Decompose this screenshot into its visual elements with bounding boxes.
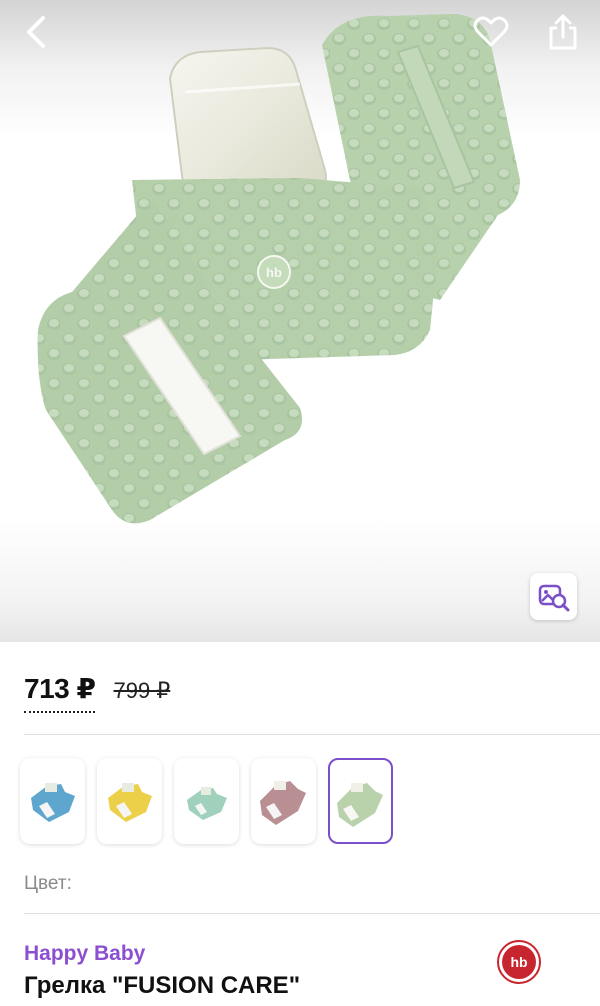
price-row: 713 ₽ 799 ₽ <box>24 672 170 713</box>
product-title: Грелка "FUSION CARE" <box>24 972 301 999</box>
color-option-mint[interactable] <box>174 758 239 844</box>
brand-name[interactable]: Happy Baby <box>24 942 145 966</box>
product-thumbnail <box>107 783 152 822</box>
color-option-pink[interactable] <box>251 758 316 844</box>
chevron-left-icon <box>27 16 45 48</box>
product-thumbnail <box>30 783 75 822</box>
svg-text:hb: hb <box>266 265 282 280</box>
visual-search-button[interactable] <box>530 573 577 620</box>
share-icon <box>549 14 577 50</box>
product-thumbnail <box>186 787 227 820</box>
favorite-button[interactable] <box>469 10 513 54</box>
color-option-sage[interactable] <box>328 758 393 844</box>
brand-logo-mark: hb <box>502 945 536 979</box>
color-option-blue[interactable] <box>20 758 85 844</box>
share-button[interactable] <box>541 10 585 54</box>
product-photo: hb <box>37 14 520 524</box>
old-price: 799 ₽ <box>113 678 171 703</box>
product-thumbnail <box>336 783 383 827</box>
color-label: Цвет: <box>24 873 72 894</box>
color-option-yellow[interactable] <box>97 758 162 844</box>
brand-logo[interactable]: hb <box>497 940 541 984</box>
gel-pack <box>168 46 327 200</box>
heart-icon <box>473 16 509 47</box>
product-image-area[interactable]: hb <box>0 0 600 642</box>
current-price[interactable]: 713 ₽ <box>24 672 96 713</box>
divider <box>24 734 600 735</box>
back-button[interactable] <box>14 10 58 54</box>
image-search-icon <box>538 584 569 611</box>
divider <box>24 913 600 914</box>
color-options <box>20 758 393 844</box>
product-thumbnail <box>259 781 306 825</box>
